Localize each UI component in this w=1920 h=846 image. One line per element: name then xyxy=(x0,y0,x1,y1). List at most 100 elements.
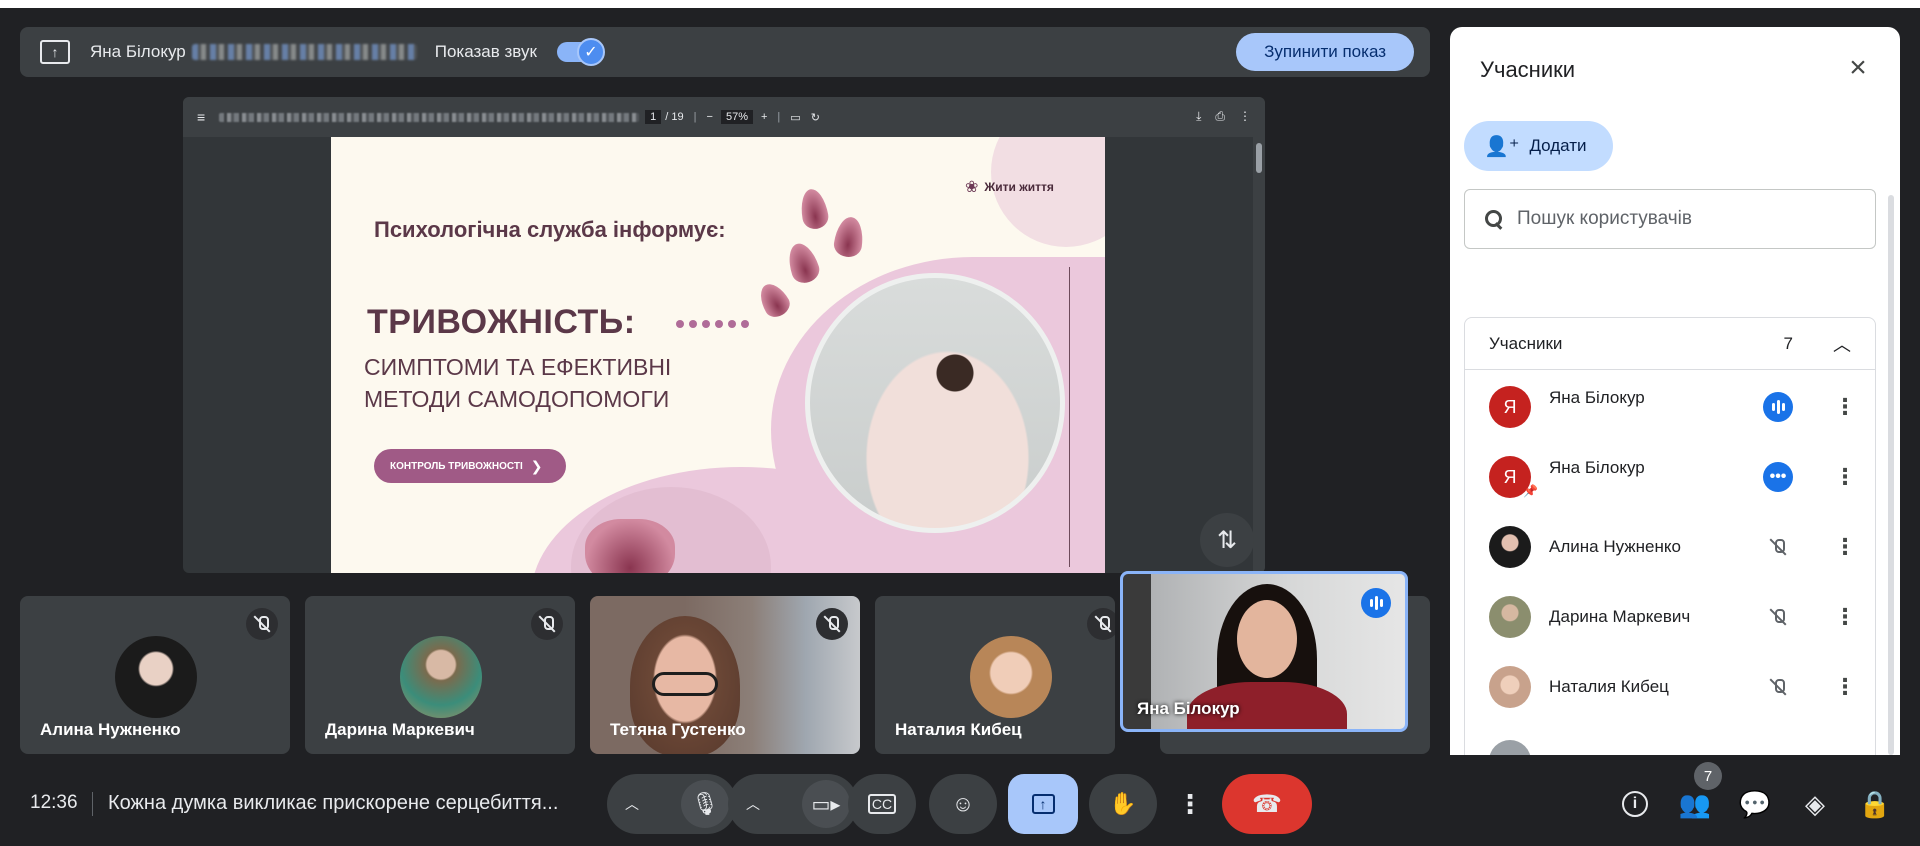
more-vert-icon[interactable]: ⋮ xyxy=(1833,676,1857,698)
panel-scrollbar[interactable] xyxy=(1888,195,1894,755)
host-controls-icon[interactable]: 🔒 xyxy=(1855,784,1895,824)
participant-name: Алина Нужненко xyxy=(1549,537,1681,556)
participant-row[interactable]: Наталия Кибец ⋮ xyxy=(1465,652,1875,722)
avatar xyxy=(115,636,197,718)
mic-button[interactable]: 🎙 xyxy=(681,780,729,828)
slide-subtitle: СИМПТОМИ ТА ЕФЕКТИВНІ МЕТОДИ САМОДОПОМОГ… xyxy=(364,351,671,415)
pin-icon: 📌 xyxy=(1523,484,1538,498)
add-people-button[interactable]: 👤⁺ Додати xyxy=(1464,121,1613,171)
fit-page-icon[interactable]: ▭ xyxy=(790,111,800,124)
stop-presenting-button[interactable]: Зупинити показ xyxy=(1236,33,1414,71)
pdf-toolbar-actions: ⤓ ⎙ ⋮ xyxy=(1196,109,1251,124)
flower-decoration xyxy=(754,278,794,322)
participant-tile[interactable]: Дарина Маркевич xyxy=(305,596,575,754)
person-add-icon: 👤⁺ xyxy=(1484,135,1520,158)
participant-tile[interactable]: Наталия Кибец xyxy=(875,596,1115,754)
dots-decoration xyxy=(676,320,749,328)
download-icon[interactable]: ⤓ xyxy=(1196,109,1201,124)
flower-decoration xyxy=(783,239,823,287)
activities-icon[interactable]: ◈ xyxy=(1795,784,1835,824)
avatar xyxy=(400,636,482,718)
page-number-input[interactable]: 1 xyxy=(645,110,662,124)
more-vert-icon[interactable]: ⋮ xyxy=(1833,466,1857,488)
cta-label: КОНТРОЛЬ ТРИВОЖНОСТІ xyxy=(390,460,523,472)
check-icon: ✓ xyxy=(576,38,605,66)
subtitle-line: МЕТОДИ САМОДОПОМОГИ xyxy=(364,386,670,412)
avatar: Я xyxy=(1489,386,1531,428)
participant-name: Яна Білокур xyxy=(1137,699,1240,718)
sound-toggle[interactable]: ✓ xyxy=(556,38,605,66)
search-placeholder: Пошук користувачів xyxy=(1517,208,1692,229)
more-vert-icon[interactable]: ⋮ xyxy=(1833,536,1857,558)
chat-icon[interactable]: 💬 xyxy=(1735,784,1775,824)
participant-row[interactable]: Алина Нужненко ⋮ xyxy=(1465,512,1875,582)
call-end-icon: ☎ xyxy=(1252,790,1282,818)
group-count: 7 xyxy=(1783,333,1793,353)
glasses-decoration xyxy=(652,672,718,696)
divider xyxy=(92,792,93,816)
flower-decoration xyxy=(797,187,831,231)
participant-name: Тетяна Густенко xyxy=(610,720,746,739)
participant-name: Яна Білокур xyxy=(1549,458,1645,477)
camera-button[interactable]: ▭▸ xyxy=(802,780,850,828)
captions-button[interactable]: CC xyxy=(848,774,916,834)
participant-tile[interactable]: Алина Нужненко xyxy=(20,596,290,754)
participant-row-partial[interactable] xyxy=(1465,722,1875,755)
avatar xyxy=(1489,666,1531,708)
rotate-icon[interactable]: ↻ xyxy=(811,111,820,124)
chevron-up-icon[interactable]: ︿ xyxy=(746,794,760,814)
zoom-out-icon[interactable]: − xyxy=(707,111,713,123)
mic-off-icon xyxy=(816,608,848,640)
info-icon[interactable]: i xyxy=(1615,784,1655,824)
swap-vert-icon: ⇅ xyxy=(1216,526,1238,554)
participant-name: Наталия Кибец xyxy=(1549,677,1669,696)
group-header[interactable]: Учасники 7 ︿ xyxy=(1465,318,1875,370)
flower-decoration xyxy=(832,215,866,259)
slide-heading: Психологічна служба інформує: xyxy=(374,217,726,242)
swap-layout-button[interactable]: ⇅ xyxy=(1200,513,1254,567)
present-screen-icon: ↑ xyxy=(40,40,70,64)
more-options-button[interactable]: ⋮ xyxy=(1170,774,1210,834)
avatar xyxy=(970,636,1052,718)
chevron-up-icon[interactable]: ︿ xyxy=(1833,331,1851,357)
camera-control: ︿ ▭▸ xyxy=(728,774,858,834)
print-icon[interactable]: ⎙ xyxy=(1215,109,1225,124)
participant-row[interactable]: Я 📌 Яна Білокур ••• ⋮ xyxy=(1465,442,1875,512)
search-input[interactable]: Пошук користувачів xyxy=(1464,189,1876,249)
more-vert-icon[interactable]: ⋮ xyxy=(1833,606,1857,628)
close-icon[interactable]: × xyxy=(1840,51,1876,87)
participant-row[interactable]: Дарина Маркевич ⋮ xyxy=(1465,582,1875,652)
sound-label: Показав звук xyxy=(434,42,537,61)
avatar xyxy=(1489,596,1531,638)
blurred-window-title xyxy=(191,44,417,60)
subtitle-line: СИМПТОМИ ТА ЕФЕКТИВНІ xyxy=(364,354,672,380)
present-button[interactable]: ↑ xyxy=(1008,774,1078,834)
captions-icon: CC xyxy=(867,794,897,814)
lotus-icon: ❀ xyxy=(965,179,979,196)
raise-hand-button[interactable]: ✋ xyxy=(1089,774,1157,834)
videocam-icon: ▭▸ xyxy=(811,793,841,816)
reactions-button[interactable]: ☺ xyxy=(929,774,997,834)
divider-line xyxy=(1069,267,1070,567)
participant-row[interactable]: Я Яна Білокур ⋮ xyxy=(1465,372,1875,442)
mic-off-icon xyxy=(1763,532,1793,562)
active-speaker-tile[interactable]: Яна Білокур xyxy=(1120,571,1408,732)
chevron-up-icon[interactable]: ︿ xyxy=(625,794,639,814)
bottom-bar: 12:36 Кожна думка викликає прискорене се… xyxy=(0,768,1920,846)
pdf-scrollbar[interactable] xyxy=(1256,143,1262,173)
participant-tile[interactable]: Тетяна Густенко xyxy=(590,596,860,754)
more-vert-icon[interactable]: ⋮ xyxy=(1833,396,1857,418)
zoom-input[interactable]: 57% xyxy=(720,110,753,124)
presenter-name: Яна Білокур xyxy=(90,42,186,61)
mic-off-icon xyxy=(1763,672,1793,702)
woman-meditating-photo xyxy=(805,273,1065,533)
leave-call-button[interactable]: ☎ xyxy=(1222,774,1312,834)
speaking-indicator-icon xyxy=(1763,392,1793,422)
more-vert-icon[interactable]: ⋮ xyxy=(1239,109,1251,124)
menu-icon[interactable]: ≡ xyxy=(197,109,205,125)
people-icon[interactable]: 👥 xyxy=(1675,784,1715,824)
zoom-in-icon[interactable]: + xyxy=(761,111,767,123)
slide: ❀ Жити життя Психологічна служба інформує… xyxy=(331,137,1105,573)
blurred-file-name xyxy=(219,112,640,122)
participant-name: Дарина Маркевич xyxy=(1549,607,1691,626)
